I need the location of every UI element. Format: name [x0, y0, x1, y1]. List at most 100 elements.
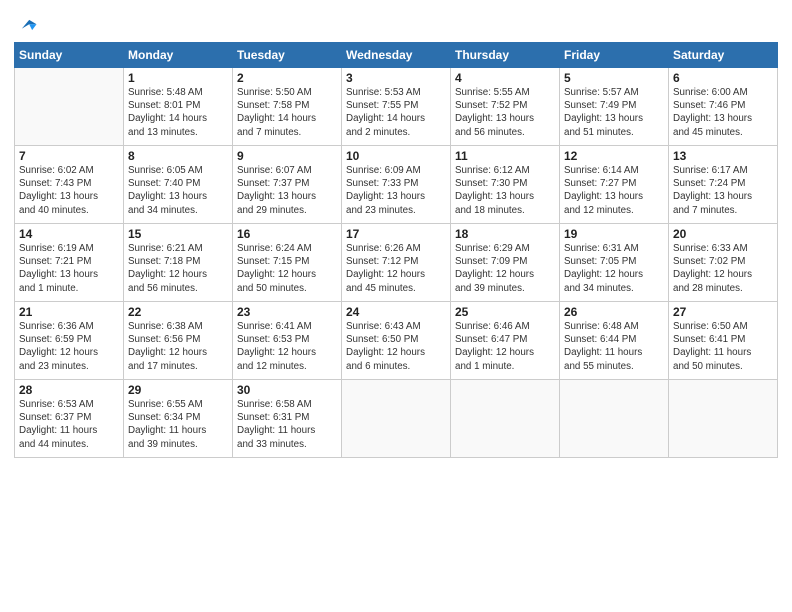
calendar-cell: 5Sunrise: 5:57 AM Sunset: 7:49 PM Daylig… [560, 68, 669, 146]
calendar-cell: 15Sunrise: 6:21 AM Sunset: 7:18 PM Dayli… [124, 224, 233, 302]
day-number: 20 [673, 227, 773, 241]
day-number: 24 [346, 305, 446, 319]
weekday-header-row: SundayMondayTuesdayWednesdayThursdayFrid… [15, 43, 778, 68]
day-info: Sunrise: 5:53 AM Sunset: 7:55 PM Dayligh… [346, 86, 446, 139]
day-info: Sunrise: 6:55 AM Sunset: 6:34 PM Dayligh… [128, 398, 228, 451]
day-number: 8 [128, 149, 228, 163]
day-info: Sunrise: 6:26 AM Sunset: 7:12 PM Dayligh… [346, 242, 446, 295]
calendar-week-row: 28Sunrise: 6:53 AM Sunset: 6:37 PM Dayli… [15, 380, 778, 458]
logo-bird-icon [16, 14, 38, 36]
day-info: Sunrise: 6:58 AM Sunset: 6:31 PM Dayligh… [237, 398, 337, 451]
day-number: 23 [237, 305, 337, 319]
day-info: Sunrise: 5:57 AM Sunset: 7:49 PM Dayligh… [564, 86, 664, 139]
day-info: Sunrise: 5:48 AM Sunset: 8:01 PM Dayligh… [128, 86, 228, 139]
day-number: 19 [564, 227, 664, 241]
calendar-cell: 30Sunrise: 6:58 AM Sunset: 6:31 PM Dayli… [233, 380, 342, 458]
calendar-cell: 24Sunrise: 6:43 AM Sunset: 6:50 PM Dayli… [342, 302, 451, 380]
calendar-cell: 6Sunrise: 6:00 AM Sunset: 7:46 PM Daylig… [669, 68, 778, 146]
day-info: Sunrise: 6:19 AM Sunset: 7:21 PM Dayligh… [19, 242, 119, 295]
day-number: 15 [128, 227, 228, 241]
day-info: Sunrise: 6:17 AM Sunset: 7:24 PM Dayligh… [673, 164, 773, 217]
calendar-cell: 29Sunrise: 6:55 AM Sunset: 6:34 PM Dayli… [124, 380, 233, 458]
day-info: Sunrise: 6:21 AM Sunset: 7:18 PM Dayligh… [128, 242, 228, 295]
day-info: Sunrise: 6:43 AM Sunset: 6:50 PM Dayligh… [346, 320, 446, 373]
day-number: 7 [19, 149, 119, 163]
calendar-cell: 3Sunrise: 5:53 AM Sunset: 7:55 PM Daylig… [342, 68, 451, 146]
calendar-cell: 1Sunrise: 5:48 AM Sunset: 8:01 PM Daylig… [124, 68, 233, 146]
calendar-cell: 22Sunrise: 6:38 AM Sunset: 6:56 PM Dayli… [124, 302, 233, 380]
day-info: Sunrise: 6:14 AM Sunset: 7:27 PM Dayligh… [564, 164, 664, 217]
page-container: SundayMondayTuesdayWednesdayThursdayFrid… [0, 0, 792, 468]
day-info: Sunrise: 5:50 AM Sunset: 7:58 PM Dayligh… [237, 86, 337, 139]
day-info: Sunrise: 6:12 AM Sunset: 7:30 PM Dayligh… [455, 164, 555, 217]
day-number: 29 [128, 383, 228, 397]
day-info: Sunrise: 6:53 AM Sunset: 6:37 PM Dayligh… [19, 398, 119, 451]
calendar-cell: 27Sunrise: 6:50 AM Sunset: 6:41 PM Dayli… [669, 302, 778, 380]
day-number: 2 [237, 71, 337, 85]
day-number: 10 [346, 149, 446, 163]
day-number: 13 [673, 149, 773, 163]
day-number: 6 [673, 71, 773, 85]
day-number: 27 [673, 305, 773, 319]
calendar-cell: 19Sunrise: 6:31 AM Sunset: 7:05 PM Dayli… [560, 224, 669, 302]
calendar-week-row: 1Sunrise: 5:48 AM Sunset: 8:01 PM Daylig… [15, 68, 778, 146]
calendar-cell [342, 380, 451, 458]
day-number: 22 [128, 305, 228, 319]
day-info: Sunrise: 6:09 AM Sunset: 7:33 PM Dayligh… [346, 164, 446, 217]
weekday-header-monday: Monday [124, 43, 233, 68]
day-number: 25 [455, 305, 555, 319]
day-number: 26 [564, 305, 664, 319]
calendar-cell: 28Sunrise: 6:53 AM Sunset: 6:37 PM Dayli… [15, 380, 124, 458]
day-info: Sunrise: 6:38 AM Sunset: 6:56 PM Dayligh… [128, 320, 228, 373]
day-info: Sunrise: 6:07 AM Sunset: 7:37 PM Dayligh… [237, 164, 337, 217]
calendar-cell: 9Sunrise: 6:07 AM Sunset: 7:37 PM Daylig… [233, 146, 342, 224]
day-number: 17 [346, 227, 446, 241]
calendar-cell: 26Sunrise: 6:48 AM Sunset: 6:44 PM Dayli… [560, 302, 669, 380]
calendar-cell: 13Sunrise: 6:17 AM Sunset: 7:24 PM Dayli… [669, 146, 778, 224]
day-number: 3 [346, 71, 446, 85]
day-info: Sunrise: 6:36 AM Sunset: 6:59 PM Dayligh… [19, 320, 119, 373]
day-number: 18 [455, 227, 555, 241]
day-number: 30 [237, 383, 337, 397]
day-info: Sunrise: 6:24 AM Sunset: 7:15 PM Dayligh… [237, 242, 337, 295]
day-number: 5 [564, 71, 664, 85]
weekday-header-friday: Friday [560, 43, 669, 68]
calendar-week-row: 7Sunrise: 6:02 AM Sunset: 7:43 PM Daylig… [15, 146, 778, 224]
calendar-cell: 11Sunrise: 6:12 AM Sunset: 7:30 PM Dayli… [451, 146, 560, 224]
calendar-cell: 23Sunrise: 6:41 AM Sunset: 6:53 PM Dayli… [233, 302, 342, 380]
day-number: 9 [237, 149, 337, 163]
day-info: Sunrise: 6:00 AM Sunset: 7:46 PM Dayligh… [673, 86, 773, 139]
weekday-header-saturday: Saturday [669, 43, 778, 68]
weekday-header-wednesday: Wednesday [342, 43, 451, 68]
calendar-cell: 25Sunrise: 6:46 AM Sunset: 6:47 PM Dayli… [451, 302, 560, 380]
logo [14, 14, 38, 36]
day-number: 12 [564, 149, 664, 163]
calendar-week-row: 21Sunrise: 6:36 AM Sunset: 6:59 PM Dayli… [15, 302, 778, 380]
day-info: Sunrise: 6:50 AM Sunset: 6:41 PM Dayligh… [673, 320, 773, 373]
day-info: Sunrise: 6:31 AM Sunset: 7:05 PM Dayligh… [564, 242, 664, 295]
calendar-table: SundayMondayTuesdayWednesdayThursdayFrid… [14, 42, 778, 458]
day-info: Sunrise: 6:46 AM Sunset: 6:47 PM Dayligh… [455, 320, 555, 373]
calendar-cell: 12Sunrise: 6:14 AM Sunset: 7:27 PM Dayli… [560, 146, 669, 224]
calendar-cell: 2Sunrise: 5:50 AM Sunset: 7:58 PM Daylig… [233, 68, 342, 146]
day-info: Sunrise: 5:55 AM Sunset: 7:52 PM Dayligh… [455, 86, 555, 139]
calendar-cell: 18Sunrise: 6:29 AM Sunset: 7:09 PM Dayli… [451, 224, 560, 302]
logo-line1 [14, 14, 38, 36]
weekday-header-tuesday: Tuesday [233, 43, 342, 68]
day-info: Sunrise: 6:41 AM Sunset: 6:53 PM Dayligh… [237, 320, 337, 373]
header [14, 10, 778, 36]
day-info: Sunrise: 6:29 AM Sunset: 7:09 PM Dayligh… [455, 242, 555, 295]
calendar-cell: 16Sunrise: 6:24 AM Sunset: 7:15 PM Dayli… [233, 224, 342, 302]
calendar-cell: 4Sunrise: 5:55 AM Sunset: 7:52 PM Daylig… [451, 68, 560, 146]
weekday-header-sunday: Sunday [15, 43, 124, 68]
calendar-cell: 14Sunrise: 6:19 AM Sunset: 7:21 PM Dayli… [15, 224, 124, 302]
day-number: 1 [128, 71, 228, 85]
calendar-cell: 17Sunrise: 6:26 AM Sunset: 7:12 PM Dayli… [342, 224, 451, 302]
day-number: 4 [455, 71, 555, 85]
calendar-week-row: 14Sunrise: 6:19 AM Sunset: 7:21 PM Dayli… [15, 224, 778, 302]
day-info: Sunrise: 6:02 AM Sunset: 7:43 PM Dayligh… [19, 164, 119, 217]
day-info: Sunrise: 6:05 AM Sunset: 7:40 PM Dayligh… [128, 164, 228, 217]
day-number: 11 [455, 149, 555, 163]
calendar-cell: 10Sunrise: 6:09 AM Sunset: 7:33 PM Dayli… [342, 146, 451, 224]
day-info: Sunrise: 6:33 AM Sunset: 7:02 PM Dayligh… [673, 242, 773, 295]
